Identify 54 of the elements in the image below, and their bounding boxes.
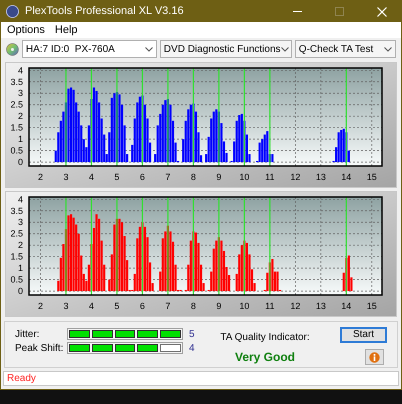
axis-tick-label: 4 [18,65,23,76]
axis-tick-label: 5 [114,172,120,182]
axis-tick-label: 3.5 [10,76,23,87]
axis-tick-label: 7 [165,172,170,182]
axis-tick-label: 1.5 [10,122,23,133]
axis-tick-label: 0.5 [10,274,23,285]
axis-tick-label: 13 [316,301,326,311]
status-text: Ready [7,372,36,386]
axis-tick-label: 10 [239,301,250,311]
axis-tick-label: 8 [190,301,196,311]
axis-tick-label: 8 [190,172,196,182]
axis-tick-label: 7 [165,301,170,311]
meter-reading: 4 [188,342,195,356]
quality-label: TA Quality Indicator: [220,331,310,345]
axis-tick-label: 14 [341,301,352,311]
axis-tick-label: 6 [140,301,145,311]
axis-tick-label: 11 [265,301,275,311]
axis-tick-label: 1.5 [10,252,23,262]
window-title: PlexTools Professional XL V3.16 [25,4,184,20]
axis-tick-label: 0.5 [10,146,23,156]
axis-tick-label: 0 [18,286,23,296]
axis-tick-label: 15 [366,172,377,182]
axis-tick-label: 1 [18,134,23,144]
axis-tick-label: 2 [38,301,43,311]
quality-value: Very Good [234,349,296,366]
axis-tick-label: 2 [18,111,23,122]
axis-tick-label: 4 [88,301,94,311]
axis-tick-label: 2 [18,240,23,250]
axis-tick-label: 12 [290,172,300,182]
axis-tick-label: 0 [18,157,23,168]
axis-tick-label: 4 [88,172,94,182]
meter-reading: 5 [188,328,195,342]
axis-tick-label: 3.5 [10,206,23,216]
axis-tick-label: 12 [290,301,300,311]
axis-tick-label: 9 [216,172,222,182]
axis-tick-label: 2.5 [10,100,23,110]
meter-label: Peak Shift: [15,342,64,356]
axis-tick-label: 4 [18,194,23,204]
axis-tick-label: 3 [18,88,23,98]
axis-tick-label: 2.5 [10,228,23,239]
axis-tick-label: 15 [366,301,377,311]
axis-tick-label: 1 [18,263,23,274]
axis-tick-label: 3 [63,301,68,311]
axis-tick-label: 2 [38,172,43,182]
meter-label: Jitter: [15,328,40,342]
axis-tick-label: 13 [316,172,326,182]
axis-tick-label: 9 [216,301,222,311]
axis-tick-label: 5 [114,301,120,311]
axis-tick-label: 14 [341,172,352,182]
axis-tick-label: 3 [18,217,23,228]
axis-tick-label: 10 [239,172,250,182]
axis-tick-label: 11 [265,172,275,182]
axis-tick-label: 3 [63,172,68,182]
axis-tick-label: 6 [140,172,145,182]
